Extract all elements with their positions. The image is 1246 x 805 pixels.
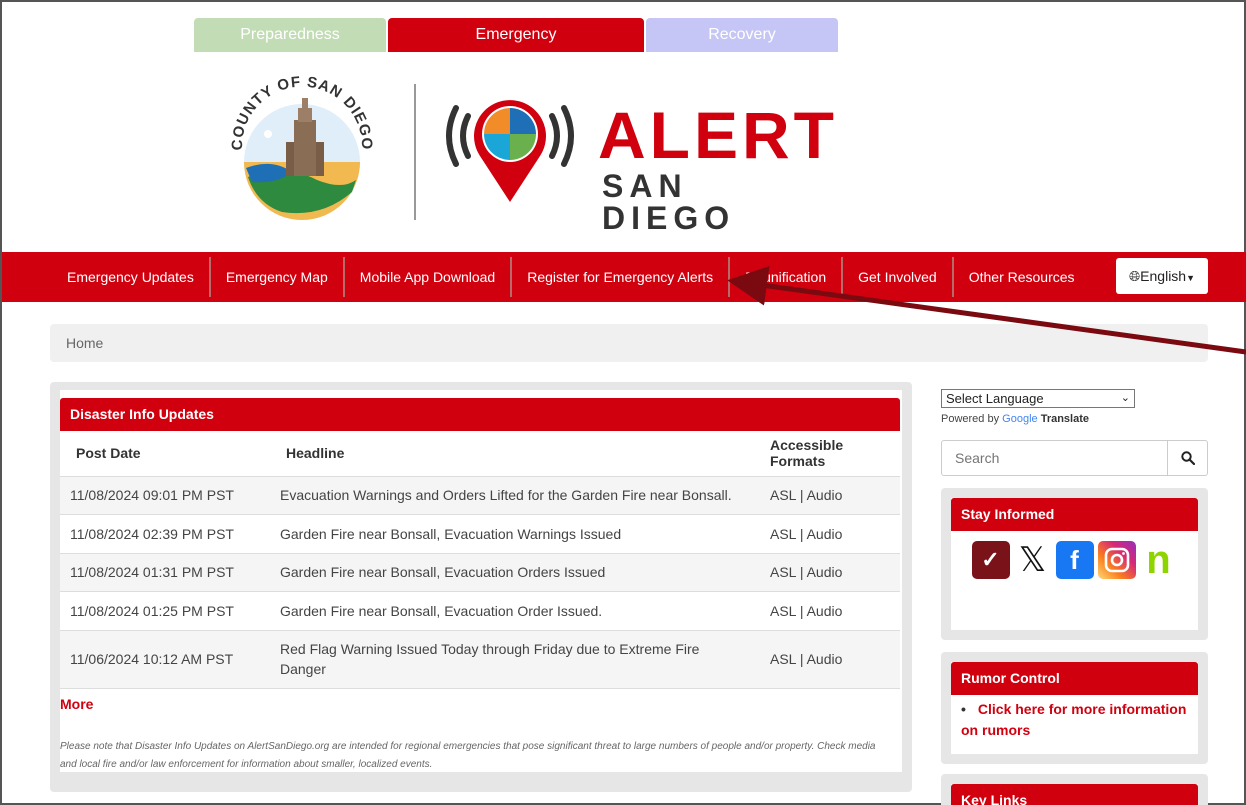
main-nav: Emergency Updates Emergency Map Mobile A… [2, 252, 1246, 302]
instagram-glyph [1104, 547, 1129, 573]
rumor-control-card: Rumor Control • Click here for more infor… [941, 652, 1208, 764]
powered-by-label: Powered by [941, 413, 1000, 425]
language-label: English [1140, 268, 1187, 284]
county-seal-logo: COUNTY OF SAN DIEGO [229, 73, 374, 220]
checkmark-icon[interactable]: ✓ [971, 541, 1010, 579]
nav-items: Emergency Updates Emergency Map Mobile A… [52, 252, 1090, 302]
row-date: 11/08/2024 09:01 PM PST [60, 476, 270, 515]
more-link[interactable]: More [60, 696, 93, 712]
tab-preparedness[interactable]: Preparedness [194, 18, 386, 52]
nav-reunification[interactable]: Reunification [730, 257, 844, 297]
nav-register-alerts[interactable]: Register for Emergency Alerts [512, 257, 731, 297]
social-icons: ✓ 𝕏 f n [951, 538, 1198, 582]
nav-emergency-updates[interactable]: Emergency Updates [52, 257, 211, 297]
search-icon [1180, 451, 1195, 466]
disclaimer: Please note that Disaster Info Updates o… [60, 741, 876, 770]
row-formats[interactable]: ASL | Audio [760, 630, 900, 689]
alert-word: ALERT [598, 98, 838, 172]
x-icon[interactable]: 𝕏 [1014, 541, 1052, 579]
row-formats[interactable]: ASL | Audio [760, 591, 900, 631]
nav-mobile-app-download[interactable]: Mobile App Download [345, 257, 513, 297]
google-logo[interactable]: Google [1002, 413, 1037, 425]
breadcrumb-home[interactable]: Home [66, 335, 103, 351]
col-post-date: Post Date [60, 431, 270, 477]
row-headline[interactable]: Garden Fire near Bonsall, Evacuation Ord… [270, 591, 760, 631]
rumor-control-header: Rumor Control [951, 662, 1198, 695]
key-links-card: Key Links [941, 774, 1208, 805]
table-row: 11/08/2024 01:31 PM PST Garden Fire near… [60, 553, 900, 592]
select-language-value: Select Language [946, 391, 1044, 406]
rumor-link[interactable]: Click here for more information on rumor… [961, 701, 1186, 738]
rumor-control-inner: Rumor Control • Click here for more infor… [951, 662, 1198, 754]
site-logo[interactable]: COUNTY OF SAN DIEGO ALERT SAN DIEGO [222, 72, 834, 234]
logo-divider [414, 84, 416, 220]
row-headline[interactable]: Evacuation Warnings and Orders Lifted fo… [270, 476, 760, 515]
stay-informed-card: Stay Informed ✓ 𝕏 f n [941, 488, 1208, 640]
tab-recovery[interactable]: Recovery [646, 18, 838, 52]
rumor-list: • Click here for more information on rumo… [951, 695, 1198, 745]
row-date: 11/08/2024 01:25 PM PST [60, 591, 270, 631]
table-row: 11/08/2024 09:01 PM PST Evacuation Warni… [60, 476, 900, 515]
globe-icon: 🌐︎ [1128, 268, 1141, 284]
disaster-updates-panel: Disaster Info Updates Post Date Headline… [50, 382, 912, 792]
nav-emergency-map[interactable]: Emergency Map [211, 257, 345, 297]
row-formats[interactable]: ASL | Audio [760, 476, 900, 515]
row-headline[interactable]: Red Flag Warning Issued Today through Fr… [270, 630, 760, 689]
row-date: 11/06/2024 10:12 AM PST [60, 630, 270, 689]
tab-emergency[interactable]: Emergency [388, 18, 644, 52]
facebook-icon[interactable]: f [1055, 541, 1094, 579]
updates-table: Post Date Headline Accessible Formats 11… [60, 431, 900, 689]
caret-down-icon: ▼ [1186, 273, 1196, 283]
key-links-inner: Key Links [951, 784, 1198, 805]
col-formats: Accessible Formats [760, 431, 900, 477]
updates-header: Disaster Info Updates [60, 398, 900, 431]
nav-get-involved[interactable]: Get Involved [843, 257, 954, 297]
row-headline[interactable]: Garden Fire near Bonsall, Evacuation Ord… [270, 553, 760, 592]
table-row: 11/08/2024 01:25 PM PST Garden Fire near… [60, 591, 900, 631]
stay-informed-header: Stay Informed [951, 498, 1198, 531]
instagram-icon[interactable] [1097, 541, 1136, 579]
bullet-icon: • [961, 701, 966, 717]
row-formats[interactable]: ASL | Audio [760, 514, 900, 554]
phase-tabs: Preparedness Emergency Recovery [194, 18, 840, 52]
updates-inner: Disaster Info Updates Post Date Headline… [60, 390, 902, 772]
stay-informed-inner: Stay Informed ✓ 𝕏 f n [951, 498, 1198, 630]
search-box [941, 440, 1208, 476]
row-date: 11/08/2024 01:31 PM PST [60, 553, 270, 592]
alert-pin-logo [446, 100, 574, 202]
translate-label[interactable]: Translate [1041, 413, 1089, 425]
alert-subtitle: SAN DIEGO [602, 168, 736, 236]
key-links-header: Key Links [951, 784, 1198, 805]
search-input[interactable] [942, 441, 1168, 475]
table-row: 11/08/2024 02:39 PM PST Garden Fire near… [60, 514, 900, 554]
search-button[interactable] [1167, 441, 1207, 475]
nav-other-resources[interactable]: Other Resources [954, 257, 1090, 297]
row-headline[interactable]: Garden Fire near Bonsall, Evacuation War… [270, 514, 760, 554]
col-headline: Headline [270, 431, 760, 477]
table-row: 11/06/2024 10:12 AM PST Red Flag Warning… [60, 630, 900, 689]
language-button[interactable]: 🌐︎English▼ [1116, 258, 1208, 294]
chevron-down-icon: ⌄ [1120, 392, 1130, 404]
select-language-dropdown[interactable]: Select Language ⌄ [941, 389, 1135, 408]
row-date: 11/08/2024 02:39 PM PST [60, 514, 270, 554]
row-formats[interactable]: ASL | Audio [760, 553, 900, 592]
nextdoor-icon[interactable]: n [1140, 538, 1178, 582]
powered-by-google: Powered by Google Translate [941, 413, 1089, 425]
breadcrumb: Home [50, 324, 1208, 362]
